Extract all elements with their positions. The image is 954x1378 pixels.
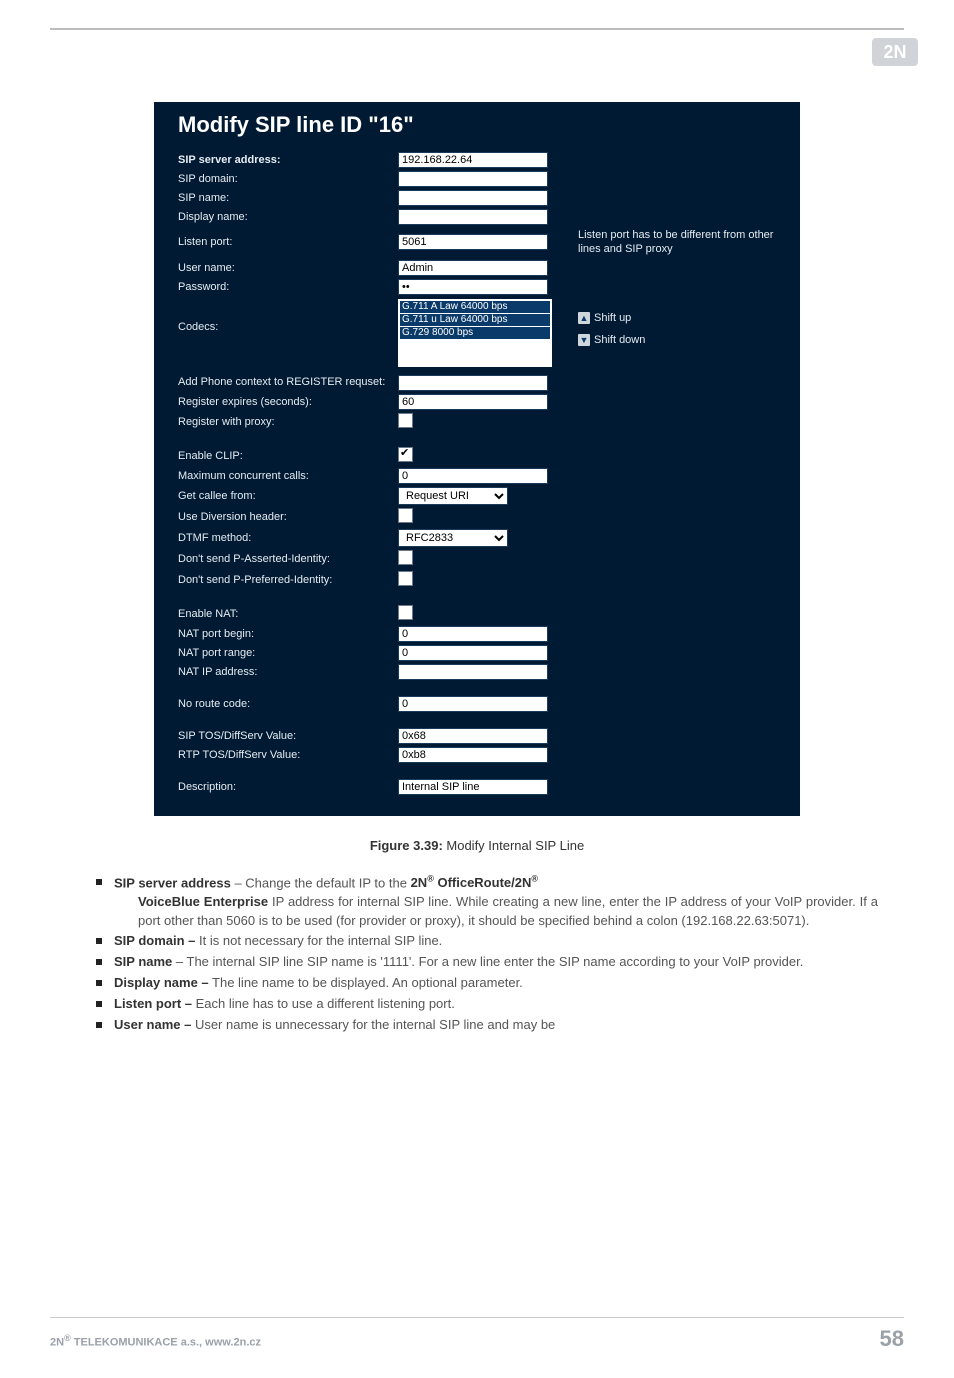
label-enable-nat: Enable NAT: [178, 608, 398, 620]
nat-ip-address-input[interactable] [398, 664, 548, 680]
label-sip-server-address: SIP server address: [178, 154, 398, 166]
label-codecs: Codecs: [178, 299, 398, 333]
user-name-input[interactable] [398, 260, 548, 276]
label-password: Password: [178, 281, 398, 293]
svg-text:2N: 2N [883, 42, 906, 62]
label-description: Description: [178, 781, 398, 793]
label-user-name: User name: [178, 262, 398, 274]
max-concurrent-calls-input[interactable] [398, 468, 548, 484]
modify-sip-line-panel: Modify SIP line ID "16" SIP server addre… [154, 102, 800, 816]
label-nat-port-range: NAT port range: [178, 647, 398, 659]
description-input[interactable] [398, 779, 548, 795]
register-with-proxy-checkbox[interactable] [398, 413, 413, 428]
bullet-item: User name – User name is unnecessary for… [96, 1016, 878, 1035]
bullet-item: SIP server address – Change the default … [96, 873, 878, 931]
codec-option[interactable]: G.711 u Law 64000 bps [400, 314, 550, 326]
no-route-code-input[interactable] [398, 696, 548, 712]
no-p-asserted-checkbox[interactable] [398, 550, 413, 565]
shift-up-button[interactable]: ▲ Shift up [578, 311, 776, 325]
get-callee-from-select[interactable]: Request URI [398, 487, 508, 505]
listen-port-input[interactable] [398, 234, 548, 250]
display-name-input[interactable] [398, 209, 548, 225]
label-get-callee-from: Get callee from: [178, 490, 398, 502]
label-sip-tos: SIP TOS/DiffServ Value: [178, 730, 398, 742]
caret-up-icon: ▲ [578, 312, 590, 324]
bullet-item: SIP domain – It is not necessary for the… [96, 932, 878, 951]
label-use-diversion-header: Use Diversion header: [178, 511, 398, 523]
label-enable-clip: Enable CLIP: [178, 450, 398, 462]
bullet-item: Listen port – Each line has to use a dif… [96, 995, 878, 1014]
panel-title: Modify SIP line ID "16" [178, 112, 776, 138]
codec-option[interactable]: G.729 8000 bps [400, 327, 550, 339]
sip-tos-input[interactable] [398, 728, 548, 744]
label-sip-domain: SIP domain: [178, 173, 398, 185]
label-max-concurrent-calls: Maximum concurrent calls: [178, 470, 398, 482]
label-listen-port: Listen port: [178, 236, 398, 248]
password-input[interactable] [398, 279, 548, 295]
label-nat-ip-address: NAT IP address: [178, 666, 398, 678]
footer-company: 2N® TELEKOMUNIKACE a.s., www.2n.cz [50, 1333, 261, 1349]
enable-clip-checkbox[interactable] [398, 447, 413, 462]
dtmf-method-select[interactable]: RFC2833 [398, 529, 508, 547]
label-no-p-preferred: Don't send P-Preferred-Identity: [178, 574, 398, 586]
shift-up-label: Shift up [594, 311, 631, 325]
caret-down-icon: ▼ [578, 334, 590, 346]
label-sip-name: SIP name: [178, 192, 398, 204]
rtp-tos-input[interactable] [398, 747, 548, 763]
label-add-phone-context: Add Phone context to REGISTER requset: [178, 376, 398, 389]
register-expires-input[interactable] [398, 394, 548, 410]
add-phone-context-input[interactable] [398, 375, 548, 391]
figure-caption: Figure 3.39: Modify Internal SIP Line [0, 838, 954, 853]
label-register-with-proxy: Register with proxy: [178, 416, 398, 428]
footer-page-number: 58 [880, 1326, 904, 1352]
header-divider [50, 28, 904, 30]
sip-server-address-input[interactable] [398, 152, 548, 168]
brand-logo: 2N [872, 38, 918, 66]
label-rtp-tos: RTP TOS/DiffServ Value: [178, 749, 398, 761]
shift-down-button[interactable]: ▼ Shift down [578, 333, 776, 347]
shift-down-label: Shift down [594, 333, 645, 347]
label-dtmf-method: DTMF method: [178, 532, 398, 544]
listen-port-hint: Listen port has to be different from oth… [558, 228, 776, 257]
enable-nat-checkbox[interactable] [398, 605, 413, 620]
codecs-listbox[interactable]: G.711 A Law 64000 bps G.711 u Law 64000 … [398, 299, 552, 367]
page-footer: 2N® TELEKOMUNIKACE a.s., www.2n.cz 58 [50, 1317, 904, 1352]
bullet-list: SIP server address – Change the default … [0, 873, 954, 1035]
bullet-item: Display name – The line name to be displ… [96, 974, 878, 993]
label-no-route-code: No route code: [178, 698, 398, 710]
nat-port-range-input[interactable] [398, 645, 548, 661]
label-register-expires: Register expires (seconds): [178, 396, 398, 408]
sip-domain-input[interactable] [398, 171, 548, 187]
label-display-name: Display name: [178, 211, 398, 223]
label-no-p-asserted: Don't send P-Asserted-Identity: [178, 553, 398, 565]
nat-port-begin-input[interactable] [398, 626, 548, 642]
codec-option[interactable]: G.711 A Law 64000 bps [400, 301, 550, 313]
label-nat-port-begin: NAT port begin: [178, 628, 398, 640]
bullet-item: SIP name – The internal SIP line SIP nam… [96, 953, 878, 972]
no-p-preferred-checkbox[interactable] [398, 571, 413, 586]
sip-name-input[interactable] [398, 190, 548, 206]
use-diversion-header-checkbox[interactable] [398, 508, 413, 523]
